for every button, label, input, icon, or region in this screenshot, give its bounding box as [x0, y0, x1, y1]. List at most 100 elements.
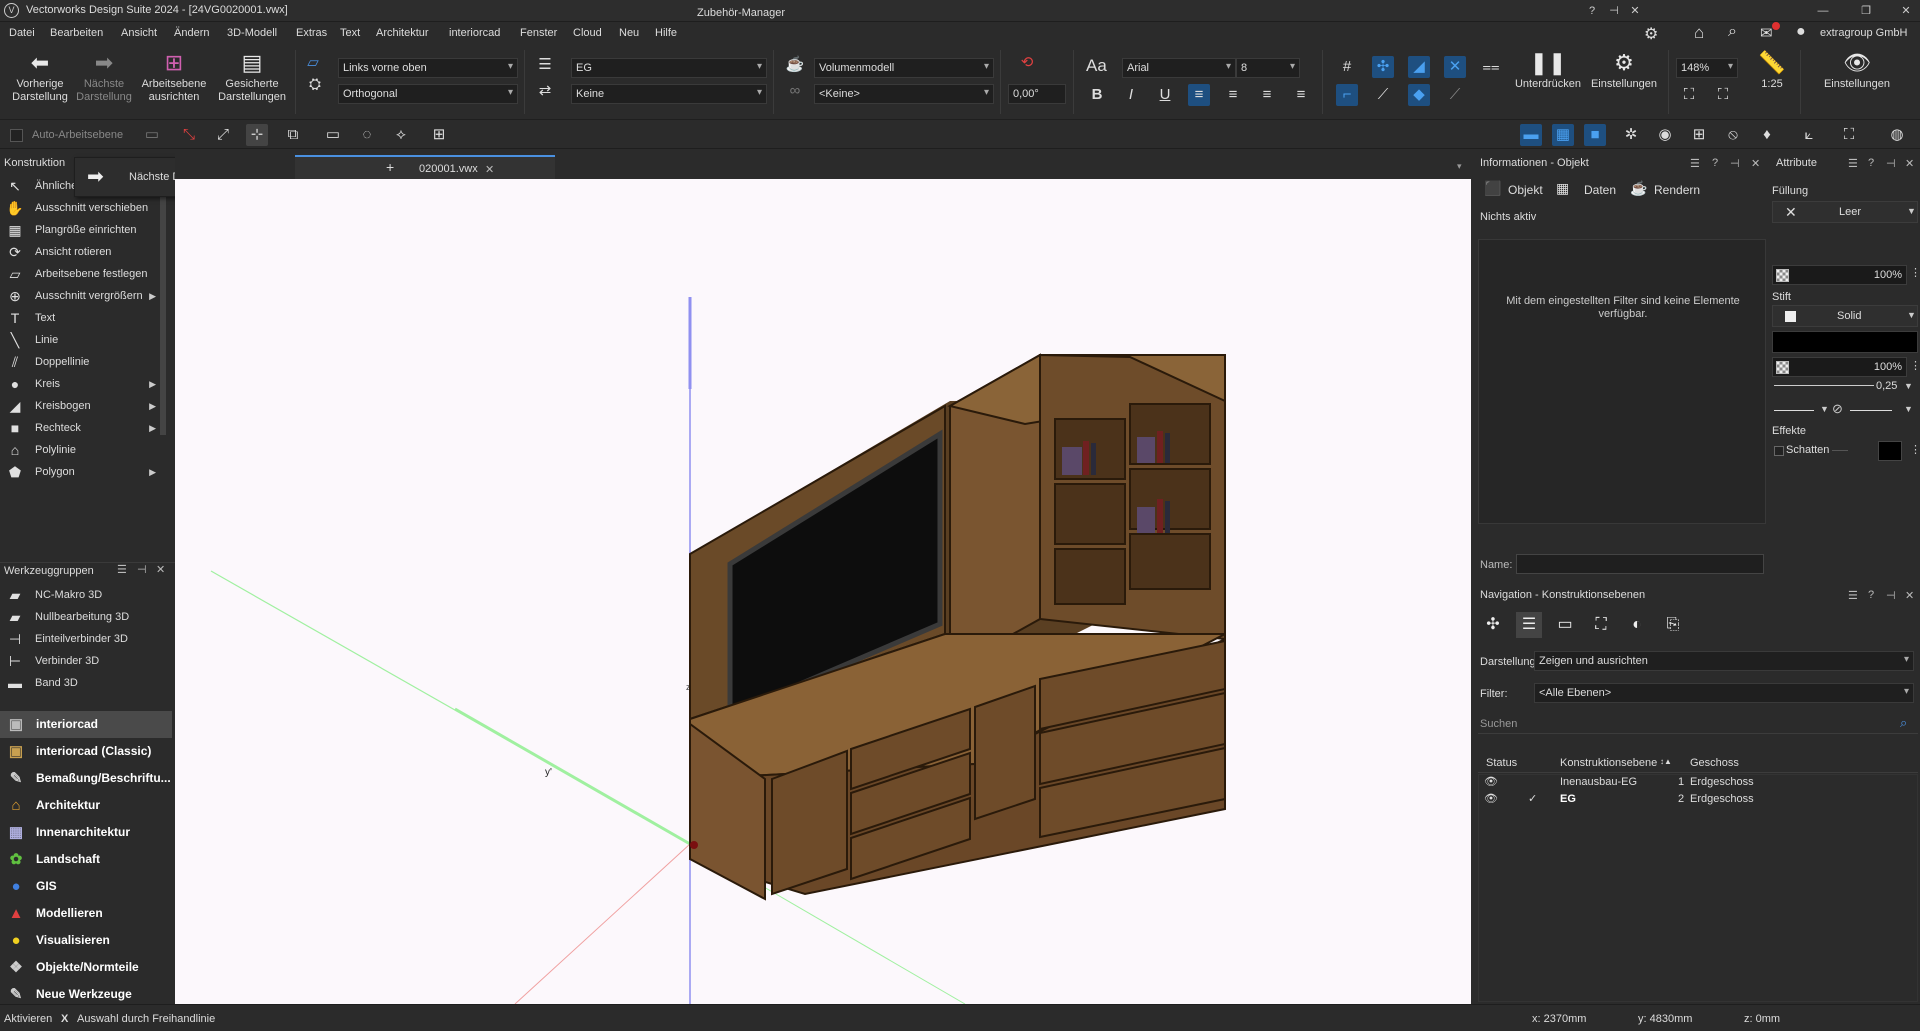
pen-color-swatch[interactable]	[1772, 331, 1918, 353]
align-plane-button[interactable]: ⊞ Arbeitsebene ausrichten	[136, 50, 212, 104]
snap-surface-icon[interactable]: ◆	[1408, 84, 1430, 106]
zoom-select[interactable]: 148%	[1676, 58, 1738, 78]
camera-icon[interactable]: ◉	[1654, 124, 1676, 146]
close-icon[interactable]: ✕	[1905, 157, 1914, 170]
angle-field[interactable]: 0,00°	[1008, 84, 1066, 104]
tool-arc[interactable]: ◢ Kreisbogen ▶	[0, 395, 160, 417]
tool-scrollbar[interactable]	[160, 175, 166, 435]
fit-to-window-icon[interactable]: ⛶	[1678, 84, 1700, 106]
fit-to-objects-icon[interactable]: ⛶	[1712, 84, 1734, 106]
italic-button[interactable]: I	[1120, 84, 1142, 106]
globe-icon[interactable]: ◍	[1886, 124, 1908, 146]
snap-distance-icon[interactable]: ⩵	[1480, 56, 1502, 78]
view-mode-3-icon[interactable]: ■	[1584, 124, 1606, 146]
tool-group-landscape[interactable]: ✿ Landschaft	[0, 846, 172, 873]
font-select[interactable]: Arial	[1122, 58, 1236, 78]
tool-connector[interactable]: ⊣ Einteilverbinder 3D	[0, 628, 160, 650]
shadow-checkbox[interactable]	[1774, 446, 1784, 456]
eye-icon[interactable]: 👁	[1484, 792, 1498, 805]
menu-neu[interactable]: Neu	[619, 27, 639, 39]
crop-icon[interactable]: ⟀	[1798, 124, 1820, 146]
rect-select-icon[interactable]: ▭	[322, 124, 344, 146]
help-icon[interactable]: ?	[1581, 2, 1603, 20]
menu-fenster[interactable]: Fenster	[520, 27, 557, 39]
tool-group-interiorcad[interactable]: ▣ interiorcad	[0, 711, 172, 738]
eye-icon[interactable]: 👁	[1484, 775, 1498, 788]
view-mode-2-icon[interactable]: ▦	[1552, 124, 1574, 146]
mail-icon[interactable]: ✉	[1760, 24, 1773, 42]
menu-icon[interactable]: ☰	[1690, 157, 1700, 170]
align-center-icon[interactable]: ≡	[1222, 84, 1244, 106]
auto-plane-checkbox[interactable]	[10, 129, 23, 142]
tool-page-setup[interactable]: ▦ Plangröße einrichten	[0, 219, 160, 241]
visibility-icon[interactable]: ⦸	[1722, 124, 1744, 146]
line-weight-value[interactable]: 0,25	[1876, 380, 1897, 392]
add-tab-icon[interactable]: +	[386, 159, 394, 175]
suppress-button[interactable]: ❚❚ Unterdrücken	[1508, 50, 1588, 91]
tool-group-dimension[interactable]: ✎ Bemaßung/Beschriftu...	[0, 765, 172, 792]
pin-icon[interactable]: ⊣	[1603, 2, 1625, 20]
menu-cloud[interactable]: Cloud	[573, 27, 602, 39]
tool-null-machining[interactable]: ▰ Nullbearbeitung 3D	[0, 606, 160, 628]
gear-icon[interactable]: ⚙	[1644, 24, 1658, 44]
menu-architektur[interactable]: Architektur	[376, 27, 429, 39]
scale-button[interactable]: 📏 1:25	[1750, 50, 1794, 91]
tool-polyline[interactable]: ⌂ Polylinie	[0, 439, 160, 461]
tab-rendern[interactable]: Rendern	[1654, 183, 1700, 197]
lasso-select-icon[interactable]: ⊹	[246, 124, 268, 146]
tool-connector-3d[interactable]: ⊢ Verbinder 3D	[0, 650, 160, 672]
column-layer[interactable]: Konstruktionsebene	[1560, 757, 1657, 769]
plane-icon[interactable]: ▭	[141, 124, 163, 146]
pen-opacity-field[interactable]: 100%	[1772, 357, 1907, 377]
tool-group-modeling[interactable]: ▲ Modellieren	[0, 900, 172, 927]
tool-line[interactable]: ╲ Linie	[0, 329, 160, 351]
snap-tangent-icon[interactable]: ⟋	[1372, 84, 1394, 106]
table-row[interactable]: 👁 ✓ EG 2 Erdgeschoss	[1478, 791, 1918, 807]
pin-icon[interactable]: ⊣	[1886, 589, 1896, 602]
tab-objekt[interactable]: Objekt	[1508, 183, 1543, 197]
tool-circle[interactable]: ● Kreis ▶	[0, 373, 160, 395]
menu-3d-modell[interactable]: 3D-Modell	[227, 27, 277, 39]
column-status[interactable]: Status	[1486, 757, 1517, 769]
filter-select[interactable]: <Alle Ebenen>	[1534, 683, 1914, 703]
snap-extension-icon[interactable]: ⟋	[1444, 84, 1466, 106]
close-icon[interactable]: ✕	[156, 563, 165, 576]
user-icon[interactable]: ●	[1796, 23, 1806, 41]
nav-views-icon[interactable]: ⛶	[1588, 612, 1614, 638]
document-tab[interactable]: 020001.vwx ✕	[295, 155, 555, 179]
polygon-select-icon[interactable]: ⧉	[282, 124, 304, 146]
menu-icon[interactable]: ☰	[117, 563, 127, 576]
pin-icon[interactable]: ⊣	[1730, 157, 1740, 170]
close-icon[interactable]: ✕	[1624, 2, 1646, 20]
view-select[interactable]: Links vorne oben	[338, 58, 518, 78]
chevron-down-icon[interactable]: ▼	[1820, 404, 1829, 414]
user-name[interactable]: extragroup GmbH	[1820, 27, 1907, 39]
underline-button[interactable]: U	[1154, 84, 1176, 106]
tool-text[interactable]: T Text	[0, 307, 160, 329]
close-app-icon[interactable]: ✕	[1895, 2, 1917, 20]
close-icon[interactable]: ✕	[1905, 589, 1914, 602]
projection-select[interactable]: Orthogonal	[338, 84, 518, 104]
menu-aendern[interactable]: Ändern	[174, 27, 209, 39]
view-settings-button[interactable]: 👁 Einstellungen	[1814, 50, 1900, 91]
tool-group-objects[interactable]: ❖ Objekte/Normteile	[0, 954, 172, 981]
tool-zoom[interactable]: ⊕ Ausschnitt vergrößern ▶	[0, 285, 160, 307]
pen-style-select[interactable]: Solid ▼	[1772, 305, 1918, 327]
menu-extras[interactable]: Extras	[296, 27, 327, 39]
snap-toggle-icon[interactable]: ⤡	[178, 124, 200, 146]
table-row[interactable]: 👁 Inenausbau-EG 1 Erdgeschoss	[1478, 774, 1918, 790]
chevron-down-icon[interactable]: ▼	[1904, 404, 1913, 414]
chevron-down-icon[interactable]: ▼	[1904, 381, 1913, 391]
justify-icon[interactable]: ≡	[1290, 84, 1312, 106]
sort-icon[interactable]: ↕▲	[1660, 757, 1672, 766]
snap-settings-button[interactable]: ⚙ Einstellungen	[1584, 50, 1664, 91]
line-start-preview[interactable]	[1774, 410, 1814, 411]
saved-views-button[interactable]: ▤ Gesicherte Darstellungen	[212, 50, 292, 104]
polyline-select-icon[interactable]: ⟡	[390, 124, 412, 146]
next-view-button[interactable]: ➡ Nächste Darstellung	[74, 50, 134, 104]
freehand-select-icon[interactable]: ◌	[356, 124, 378, 146]
menu-icon[interactable]: ☰	[1848, 157, 1858, 170]
layer-select[interactable]: EG	[571, 58, 767, 78]
flyover-icon[interactable]: ✲	[1620, 124, 1642, 146]
fill-style-select[interactable]: ✕ Leer ▼	[1772, 201, 1918, 223]
